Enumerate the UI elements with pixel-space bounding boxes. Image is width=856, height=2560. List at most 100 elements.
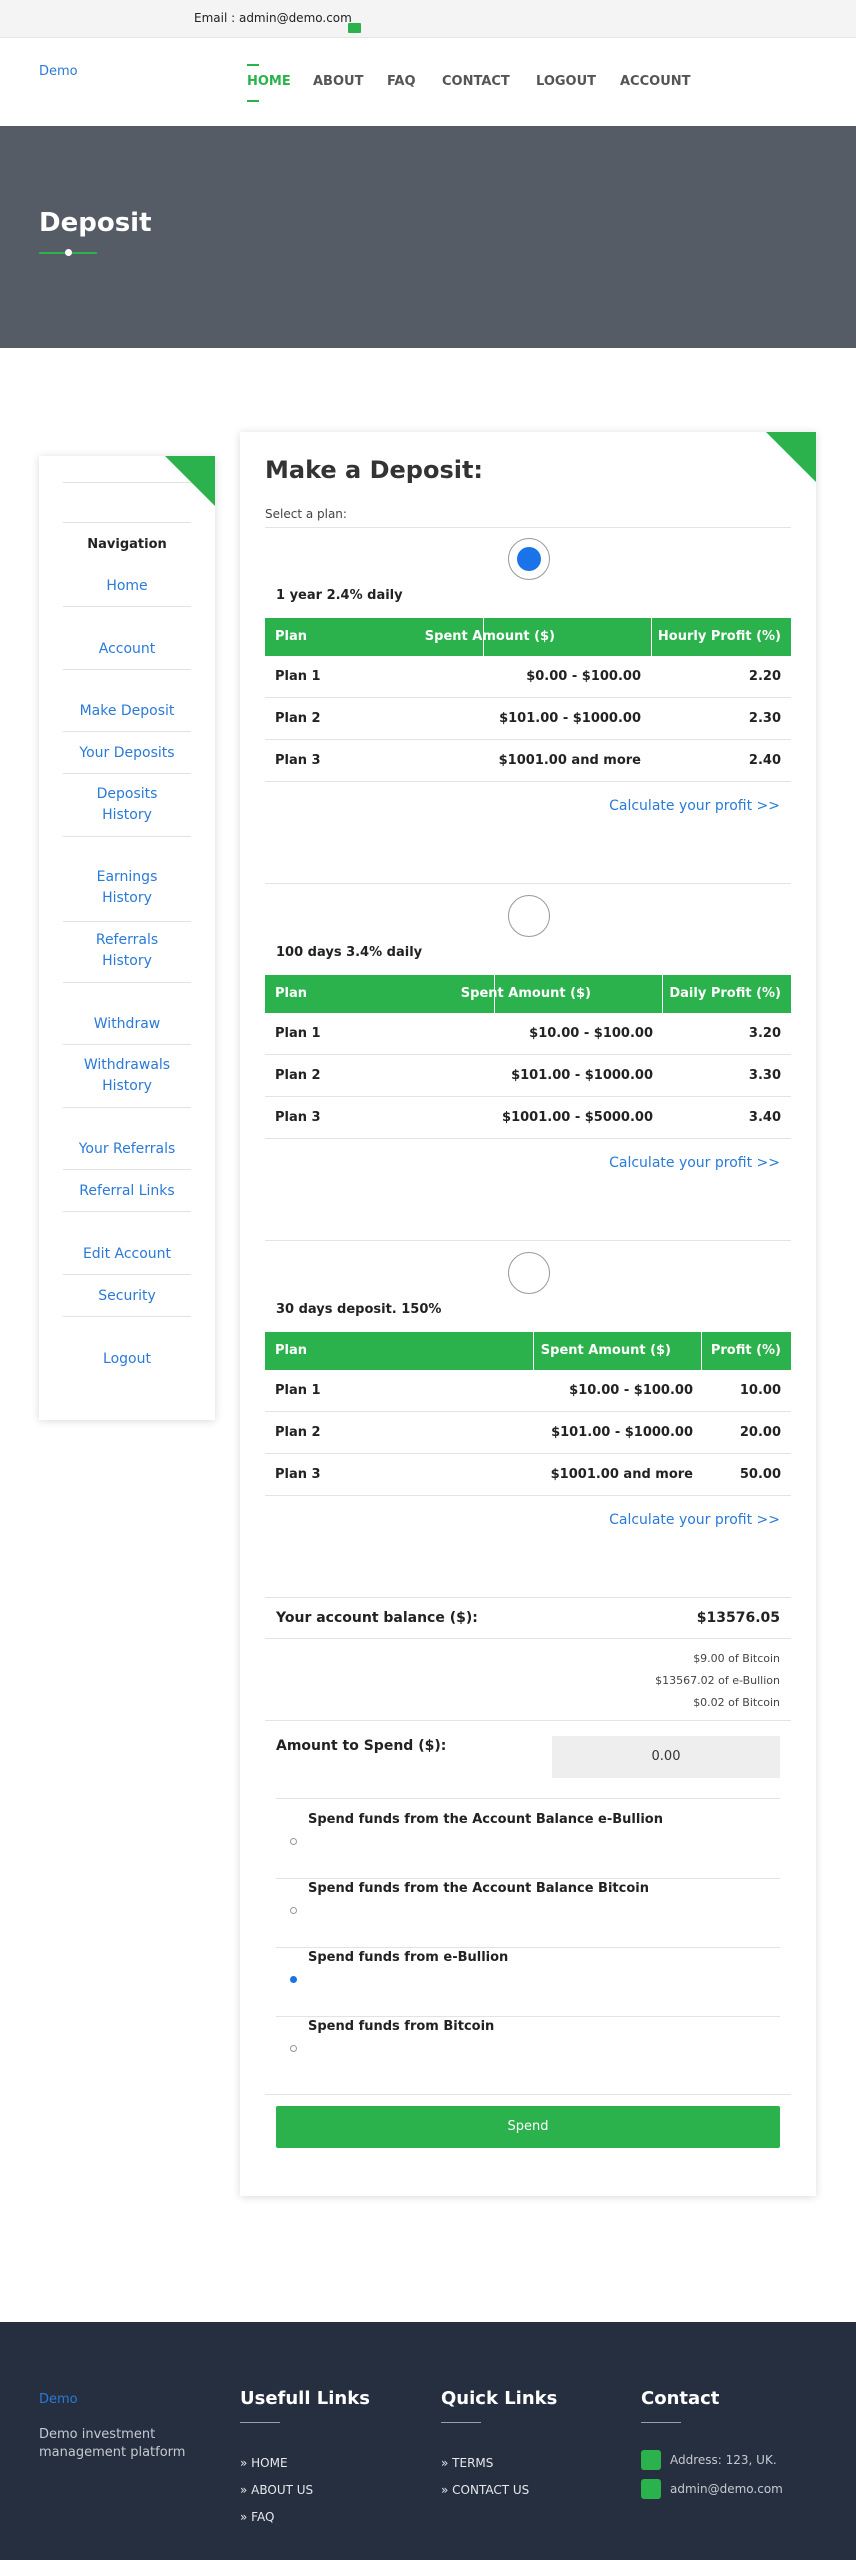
option-radio[interactable]	[290, 1907, 297, 1914]
sidebar-divider	[63, 482, 191, 483]
section-divider	[265, 1720, 791, 1721]
sidebar-item-withdraw[interactable]: Withdraw	[63, 1014, 191, 1035]
amount-input[interactable]: 0.00	[552, 1736, 780, 1778]
option-radio[interactable]	[290, 2045, 297, 2052]
cell-plan: Plan 1	[275, 1383, 321, 1398]
plan-1-title: 1 year 2.4% daily	[276, 588, 403, 603]
cell-spent: $10.00 - $100.00	[529, 1026, 653, 1041]
balance-bitcoin-2: $0.02 of Bitcoin	[693, 1696, 780, 1709]
cell-plan: Plan 3	[275, 1467, 321, 1482]
option-label: Spend funds from Bitcoin	[308, 2019, 495, 2034]
table-row: Plan 3 $1001.00 and more 50.00	[265, 1454, 791, 1496]
cell-spent: $101.00 - $1000.00	[551, 1425, 693, 1440]
sidebar-divider	[63, 773, 191, 774]
footer-link-home[interactable]: » HOME	[240, 2456, 288, 2470]
sidebar-divider	[63, 921, 191, 922]
nav-contact[interactable]: CONTACT	[442, 74, 510, 89]
sidebar-item-withdrawals-history[interactable]: Withdrawals History	[63, 1055, 191, 1097]
cell-spent: $1001.00 and more	[550, 1467, 693, 1482]
page-title: Deposit	[39, 208, 152, 238]
table-row: Plan 1 $0.00 - $100.00 2.20	[265, 656, 791, 698]
site-footer: Demo Demo investment management platform…	[0, 2322, 856, 2560]
plan-1-radio[interactable]	[508, 538, 550, 580]
nav-logout[interactable]: LOGOUT	[536, 74, 596, 89]
contact-title: Contact	[641, 2388, 720, 2409]
sidebar-item-your-deposits[interactable]: Your Deposits	[63, 743, 191, 764]
table-row: Plan 2 $101.00 - $1000.00 20.00	[265, 1412, 791, 1454]
sidebar-item-earnings-history[interactable]: Earnings History	[63, 867, 191, 909]
page-hero: Deposit	[0, 126, 856, 348]
plan-3-radio[interactable]	[508, 1252, 550, 1294]
cell-plan: Plan 1	[275, 1026, 321, 1041]
plan-1-calc-link[interactable]: Calculate your profit >>	[609, 798, 780, 814]
cell-spent: $101.00 - $1000.00	[499, 711, 641, 726]
footer-link-faq[interactable]: » FAQ	[240, 2510, 274, 2524]
option-divider	[276, 1947, 780, 1948]
cell-plan: Plan 2	[275, 1425, 321, 1440]
balance-bitcoin: $9.00 of Bitcoin	[693, 1652, 780, 1665]
sidebar-item-edit-account[interactable]: Edit Account	[63, 1244, 191, 1265]
sidebar-item-home[interactable]: Home	[63, 576, 191, 597]
sidebar-divider	[63, 1274, 191, 1275]
sidebar-divider	[63, 982, 191, 983]
sidebar-item-security[interactable]: Security	[63, 1286, 191, 1307]
nav-home[interactable]: HOME	[247, 74, 291, 89]
footer-link-terms[interactable]: » TERMS	[441, 2456, 493, 2470]
cell-profit: 20.00	[739, 1425, 781, 1440]
footer-link-about[interactable]: » ABOUT US	[240, 2483, 313, 2497]
topbar-email: Email : admin@demo.com	[174, 11, 361, 33]
col-spent: Spent Amount ($)	[540, 1343, 671, 1358]
col-spent: Spent Amount ($)	[460, 986, 591, 1001]
section-divider	[265, 883, 791, 884]
cell-plan: Plan 1	[275, 669, 321, 684]
sidebar-divider	[63, 1211, 191, 1212]
table-row: Plan 3 $1001.00 - $5000.00 3.40	[265, 1097, 791, 1139]
plan-3-calc-link[interactable]: Calculate your profit >>	[609, 1512, 780, 1528]
sidebar-item-deposits-history[interactable]: Deposits History	[63, 784, 191, 826]
balance-label: Your account balance ($):	[276, 1610, 478, 1626]
spend-button[interactable]: Spend	[276, 2106, 780, 2148]
contact-email[interactable]: admin@demo.com	[670, 2482, 783, 2496]
option-divider	[276, 2016, 780, 2017]
footer-logo[interactable]: Demo	[39, 2392, 78, 2407]
sidebar-item-referrals-history[interactable]: Referrals History	[63, 930, 191, 972]
sidebar-item-account[interactable]: Account	[63, 639, 191, 660]
table-header: Plan Spent Amount ($) Daily Profit (%)	[265, 975, 791, 1013]
cell-plan: Plan 3	[275, 1110, 321, 1125]
option-label: Spend funds from the Account Balance Bit…	[308, 1881, 649, 1896]
sidebar-item-your-referrals[interactable]: Your Referrals	[63, 1139, 191, 1160]
plan-2-calc-link[interactable]: Calculate your profit >>	[609, 1155, 780, 1171]
sidebar-divider	[63, 1316, 191, 1317]
sidebar-divider	[63, 1044, 191, 1045]
sidebar-item-logout[interactable]: Logout	[63, 1349, 191, 1370]
cell-profit: 3.20	[748, 1026, 781, 1041]
title-underline	[641, 2422, 681, 2423]
option-label: Spend funds from e-Bullion	[308, 1950, 509, 1965]
cell-profit: 2.30	[748, 711, 781, 726]
sidebar-divider	[63, 1169, 191, 1170]
plan-2-radio[interactable]	[508, 895, 550, 937]
site-logo[interactable]: Demo	[39, 64, 78, 79]
option-divider	[276, 1878, 780, 1879]
sidebar-title: Navigation	[87, 537, 167, 552]
nav-account[interactable]: ACCOUNT	[620, 74, 691, 89]
section-divider	[265, 527, 791, 528]
cell-spent: $101.00 - $1000.00	[511, 1068, 653, 1083]
nav-about[interactable]: ABOUT	[313, 74, 363, 89]
plan-3-table: Plan Spent Amount ($) Profit (%) Plan 1 $…	[265, 1332, 791, 1496]
topbar-email-text: Email : admin@demo.com	[194, 11, 352, 25]
cell-spent: $1001.00 and more	[498, 753, 641, 768]
active-nav-underline	[247, 64, 259, 66]
nav-faq[interactable]: FAQ	[387, 74, 416, 89]
table-row: Plan 1 $10.00 - $100.00 10.00	[265, 1370, 791, 1412]
main-navbar: Demo HOME ABOUT FAQ CONTACT LOGOUT ACCOU…	[0, 38, 856, 126]
col-profit: Hourly Profit (%)	[657, 629, 781, 644]
option-radio[interactable]	[290, 1838, 297, 1845]
section-divider	[265, 2094, 791, 2095]
sidebar-item-referral-links[interactable]: Referral Links	[63, 1181, 191, 1202]
footer-link-contact[interactable]: » CONTACT US	[441, 2483, 529, 2497]
option-radio[interactable]	[290, 1976, 297, 1983]
sidebar-divider	[63, 669, 191, 670]
sidebar-item-make-deposit[interactable]: Make Deposit	[63, 701, 191, 722]
cell-plan: Plan 3	[275, 753, 321, 768]
